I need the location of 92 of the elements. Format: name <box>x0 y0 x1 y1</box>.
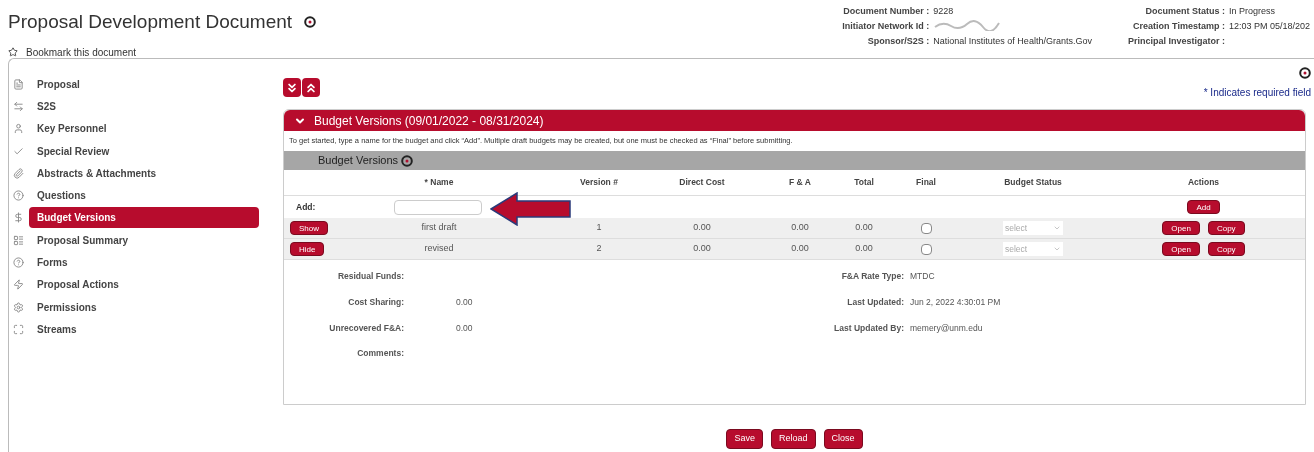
help-icon[interactable] <box>401 154 414 167</box>
expand-all-button[interactable] <box>283 78 301 97</box>
column-header: F & A <box>788 176 812 189</box>
section-header[interactable]: Budget Versions (09/01/2022 - 08/31/2024) <box>284 110 1305 131</box>
column-header: Total <box>853 176 875 189</box>
action-button[interactable]: Copy <box>1207 242 1245 256</box>
sidebar-item[interactable]: Proposal Summary <box>29 229 259 251</box>
settings-icon <box>13 301 24 313</box>
section-title: Budget Versions (09/01/2022 - 08/31/2024) <box>314 112 544 130</box>
sidebar-item[interactable]: Forms <box>29 252 259 273</box>
sidebar-item[interactable]: Streams <box>29 318 259 340</box>
final-checkbox[interactable] <box>920 222 932 234</box>
sidebar-item[interactable]: Budget Versions <box>29 207 259 229</box>
info-value: In Progress <box>1228 5 1276 18</box>
action-button[interactable]: Copy <box>1207 221 1245 235</box>
sidebar-item[interactable]: Proposal Actions <box>29 274 259 296</box>
add-button[interactable]: Add <box>1187 200 1220 214</box>
info-label: Principal Investigator : <box>1126 35 1225 48</box>
table-cell-text: 0.00 <box>854 242 874 256</box>
name-input-field[interactable] <box>394 199 482 215</box>
column-header: Actions <box>1186 176 1221 189</box>
help-icon[interactable] <box>304 16 317 29</box>
footer-button[interactable]: Close <box>823 429 863 449</box>
detail-value: memery@unm.edu <box>909 321 984 335</box>
table-cell-text: 0.00 <box>790 221 810 235</box>
action-button[interactable]: Open <box>1162 221 1200 235</box>
sidebar-item[interactable]: Abstracts & Attachments <box>29 162 259 184</box>
arrows-icon <box>13 100 24 112</box>
footer-button[interactable]: Save <box>726 429 763 449</box>
help-icon <box>13 190 24 202</box>
collapse-all-button[interactable] <box>302 78 320 97</box>
chevron-icon <box>1053 224 1061 232</box>
detail-label: Last Updated By: <box>833 321 904 335</box>
page-title: Proposal Development Document <box>8 10 293 34</box>
subheader-title: Budget Versions <box>318 153 399 169</box>
detail-label: F&A Rate Type: <box>840 270 904 283</box>
column-header: Version # <box>579 176 619 189</box>
document-icon <box>13 78 24 90</box>
toggle-button[interactable]: Show <box>290 220 328 235</box>
sidebar-item[interactable]: S2S <box>29 95 259 117</box>
table-cell-text: 0.00 <box>790 242 810 256</box>
add-label: Add: <box>295 200 317 214</box>
sidebar-item[interactable]: Questions <box>29 185 259 207</box>
sidebar-item[interactable]: Proposal <box>29 73 259 95</box>
sidebar-item[interactable]: Key Personnel <box>29 118 259 140</box>
info-label: Creation Timestamp : <box>1132 20 1225 33</box>
table-cell-text: revised <box>423 242 455 256</box>
bookmark-link[interactable]: Bookmark this document <box>26 44 137 60</box>
footer-button[interactable]: Reload <box>771 429 816 449</box>
chevron-icon <box>1053 245 1061 253</box>
final-checkbox[interactable] <box>920 243 932 255</box>
info-label: Initiator Network Id : <box>842 20 930 33</box>
sidebar-item[interactable]: Permissions <box>29 296 259 318</box>
detail-label: Unrecovered F&A: <box>328 321 404 335</box>
column-header: Direct Cost <box>678 176 726 189</box>
table-cell-text: 1 <box>595 221 603 235</box>
detail-value: 0.00 <box>455 321 474 335</box>
detail-label: Residual Funds: <box>336 270 404 283</box>
list-icon <box>13 234 24 246</box>
column-header: Budget Status <box>1003 176 1063 189</box>
detail-label: Last Updated: <box>846 295 904 309</box>
column-header: * Name <box>423 176 455 189</box>
help-icon[interactable] <box>1299 67 1311 79</box>
star-icon[interactable] <box>8 47 18 57</box>
info-label: Document Number : <box>842 5 930 18</box>
info-label: Document Status : <box>1144 5 1225 18</box>
info-value: National Institutes of Health/Grants.Gov <box>933 35 1093 48</box>
table-cell-text: 2 <box>595 242 603 256</box>
action-button[interactable]: Open <box>1162 242 1200 256</box>
info-value: 9228 <box>933 5 955 18</box>
check-icon <box>13 145 24 157</box>
person-icon <box>13 123 24 135</box>
detail-label: Cost Sharing: <box>347 295 404 309</box>
detail-value: Jun 2, 2022 4:30:01 PM <box>909 295 1002 309</box>
detail-value: 0.00 <box>455 295 474 309</box>
info-value: 12:03 PM 05/18/202 <box>1228 20 1311 33</box>
detail-label: Comments: <box>356 347 404 360</box>
lightning-icon <box>13 279 24 291</box>
expand-icon <box>13 323 24 335</box>
table-cell-text: 0.00 <box>692 242 712 256</box>
table-cell-text: 0.00 <box>854 221 874 235</box>
paperclip-icon <box>13 167 24 179</box>
column-header: Final <box>915 176 937 189</box>
required-note: * Indicates required field <box>1203 86 1311 100</box>
table-cell-text: 0.00 <box>692 221 712 235</box>
table-cell-text: first draft <box>420 221 458 235</box>
toggle-button[interactable]: Hide <box>290 241 325 256</box>
detail-value: MTDC <box>909 270 936 283</box>
sidebar-item[interactable]: Special Review <box>29 140 259 162</box>
info-label: Sponsor/S2S : <box>866 35 930 48</box>
dollar-icon <box>13 212 24 224</box>
help-icon <box>13 257 24 268</box>
